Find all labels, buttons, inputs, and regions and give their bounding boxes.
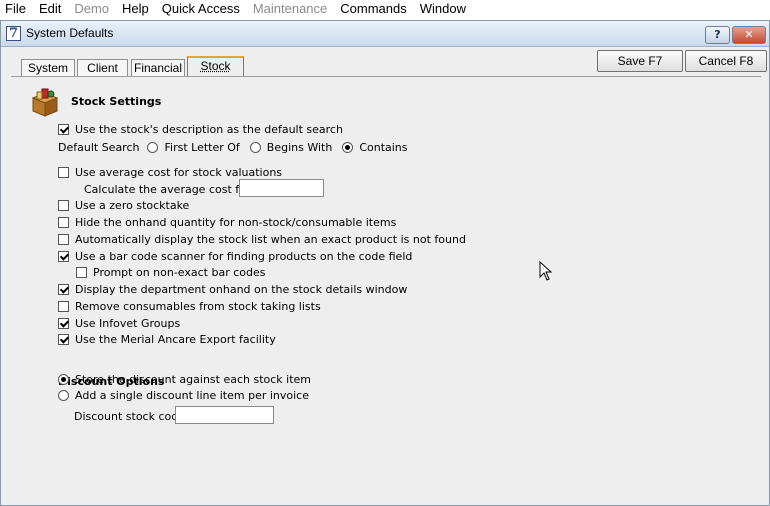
checkbox-label: Use a zero stocktake xyxy=(75,198,190,212)
radio-begins-with[interactable] xyxy=(249,141,261,153)
checkbox-label: Use the Merial Ancare Export facility xyxy=(75,332,276,346)
discount-stock-code-input[interactable] xyxy=(175,406,274,424)
merial-ancare-checkbox[interactable]: Use the Merial Ancare Export facility xyxy=(58,332,276,346)
checkbox-box[interactable] xyxy=(58,317,69,329)
tab-stock-label: Stock xyxy=(200,59,231,73)
cancel-button[interactable]: Cancel F8 xyxy=(685,50,767,72)
remove-consumables-checkbox[interactable]: Remove consumables from stock taking lis… xyxy=(58,299,321,313)
use-description-search-checkbox[interactable]: Use the stock's description as the defau… xyxy=(58,122,343,136)
hide-onhand-checkbox[interactable]: Hide the onhand quantity for non-stock/c… xyxy=(58,215,396,229)
radio-label: Store the discount against each stock it… xyxy=(75,372,312,386)
system-defaults-window: 7 System Defaults ? ✕ System Client Fina… xyxy=(0,20,770,506)
save-button[interactable]: Save F7 xyxy=(597,50,683,72)
checkbox-label: Remove consumables from stock taking lis… xyxy=(75,299,321,313)
tab-financial-label: Financial xyxy=(133,61,183,75)
radio-button[interactable] xyxy=(58,389,69,401)
zero-stocktake-checkbox[interactable]: Use a zero stocktake xyxy=(58,198,189,212)
tab-stock[interactable]: Stock xyxy=(187,56,244,77)
tab-system[interactable]: System xyxy=(21,59,75,77)
close-button[interactable]: ✕ xyxy=(732,26,766,44)
checkbox-label: Prompt on non-exact bar codes xyxy=(93,265,266,279)
menubar: File Edit Demo Help Quick Access Mainten… xyxy=(0,0,770,17)
radio-contains[interactable] xyxy=(342,141,354,153)
infovet-groups-checkbox[interactable]: Use Infovet Groups xyxy=(58,316,180,330)
default-search-group: Default Search First Letter Of Begins Wi… xyxy=(58,140,408,154)
menu-demo: Demo xyxy=(74,1,110,16)
window-title: System Defaults xyxy=(26,26,114,40)
average-cost-checkbox[interactable]: Use average cost for stock valuations xyxy=(58,165,282,179)
checkbox-box[interactable] xyxy=(58,300,69,312)
menu-commands[interactable]: Commands xyxy=(334,1,413,16)
checkbox-label: Display the department onhand on the sto… xyxy=(75,282,408,296)
stock-box-icon xyxy=(31,88,59,117)
tab-divider xyxy=(11,76,761,77)
checkbox-box[interactable] xyxy=(58,283,69,295)
mouse-cursor-icon xyxy=(539,261,553,281)
menu-quick-access[interactable]: Quick Access xyxy=(156,1,247,16)
stock-settings-title: Stock Settings xyxy=(71,95,162,108)
bar-code-scanner-checkbox[interactable]: Use a bar code scanner for finding produ… xyxy=(58,249,412,263)
radio-button[interactable] xyxy=(58,373,69,385)
checkbox-label: Use average cost for stock valuations xyxy=(75,165,283,179)
checkbox-label: Use the stock's description as the defau… xyxy=(75,122,343,136)
question-icon: ? xyxy=(714,28,721,41)
menu-maintenance: Maintenance xyxy=(252,1,328,16)
checkbox-label: Hide the onhand quantity for non-stock/c… xyxy=(75,215,397,229)
checkbox-box[interactable] xyxy=(58,123,69,135)
prompt-non-exact-checkbox[interactable]: Prompt on non-exact bar codes xyxy=(76,265,265,279)
display-department-checkbox[interactable]: Display the department onhand on the sto… xyxy=(58,282,407,296)
checkbox-box[interactable] xyxy=(58,233,69,245)
checkbox-box[interactable] xyxy=(58,333,69,345)
radio-first-letter[interactable] xyxy=(147,141,159,153)
average-cost-from-label: Calculate the average cost from xyxy=(84,182,261,196)
radio-contains-label: Contains xyxy=(359,140,408,154)
checkbox-box[interactable] xyxy=(76,266,87,278)
radio-begins-with-label: Begins With xyxy=(266,140,333,154)
checkbox-box[interactable] xyxy=(58,216,69,228)
checkbox-label: Automatically display the stock list whe… xyxy=(75,232,466,246)
title-bar[interactable]: 7 System Defaults ? ✕ xyxy=(1,21,769,47)
tab-financial[interactable]: Financial xyxy=(131,59,185,77)
discount-stock-code-label: Discount stock code xyxy=(74,409,186,423)
checkbox-box[interactable] xyxy=(58,199,69,211)
checkbox-box[interactable] xyxy=(58,166,69,178)
checkbox-label: Use Infovet Groups xyxy=(75,316,181,330)
tab-client[interactable]: Client xyxy=(77,59,128,77)
average-cost-from-input[interactable] xyxy=(239,179,324,197)
menu-file[interactable]: File xyxy=(0,1,33,16)
tab-system-label: System xyxy=(27,61,68,75)
checkbox-label: Use a bar code scanner for finding produ… xyxy=(75,249,413,263)
tab-client-label: Client xyxy=(87,61,118,75)
auto-display-list-checkbox[interactable]: Automatically display the stock list whe… xyxy=(58,232,466,246)
menu-window[interactable]: Window xyxy=(414,1,473,16)
default-search-label: Default Search xyxy=(58,140,140,154)
radio-first-letter-label: First Letter Of xyxy=(164,140,240,154)
menu-edit[interactable]: Edit xyxy=(33,1,68,16)
menu-help[interactable]: Help xyxy=(116,1,156,16)
help-button[interactable]: ? xyxy=(705,26,730,44)
checkbox-box[interactable] xyxy=(58,250,69,262)
radio-store-discount[interactable]: Store the discount against each stock it… xyxy=(58,372,311,386)
close-icon: ✕ xyxy=(744,28,754,41)
radio-label: Add a single discount line item per invo… xyxy=(75,388,309,402)
app-icon: 7 xyxy=(6,26,21,41)
radio-single-discount-line[interactable]: Add a single discount line item per invo… xyxy=(58,388,309,402)
